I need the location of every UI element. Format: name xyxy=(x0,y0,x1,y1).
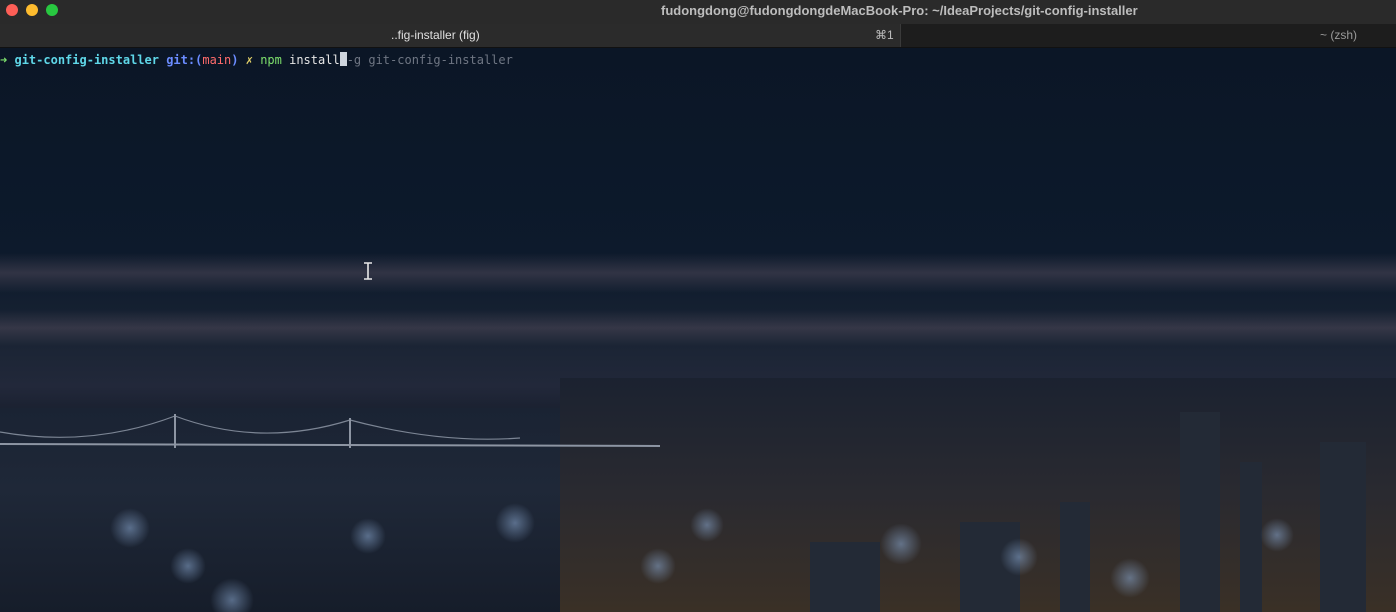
maximize-window-button[interactable] xyxy=(46,4,58,16)
command-line[interactable]: ➜ git-config-installer git:(main) ✗ npm … xyxy=(0,52,513,68)
sky-cloud-band xyxy=(0,253,1396,293)
city-skyline xyxy=(560,378,1396,612)
command-name: npm xyxy=(260,53,282,67)
autosuggestion: -g git-config-installer xyxy=(346,53,513,67)
git-label: git: xyxy=(166,53,196,67)
tab-label: ~ (zsh) xyxy=(1320,28,1358,42)
minimize-window-button[interactable] xyxy=(26,4,38,16)
branch-close-paren: ) xyxy=(231,53,239,67)
current-directory: git-config-installer xyxy=(14,53,159,67)
suspension-bridge xyxy=(0,414,660,448)
window-title: fudongdong@fudongdongdeMacBook-Pro: ~/Id… xyxy=(661,3,1138,18)
close-window-button[interactable] xyxy=(6,4,18,16)
tab-bar: ..fig-installer (fig) ⌘1 ~ (zsh) xyxy=(0,24,1396,48)
dirty-marker-icon: ✗ xyxy=(245,53,253,67)
ibeam-cursor-icon xyxy=(364,262,372,280)
text-cursor xyxy=(339,52,347,66)
tab-shortcut-label: ⌘1 xyxy=(875,28,894,42)
command-args: install xyxy=(289,53,340,67)
prompt-arrow-icon: ➜ xyxy=(0,53,8,67)
sky-cloud-band xyxy=(0,310,1396,346)
terminal-pane[interactable]: ➜ git-config-installer git:(main) ✗ npm … xyxy=(0,48,1396,612)
git-branch: main xyxy=(202,53,232,67)
tab-label: ..fig-installer (fig) xyxy=(391,28,480,42)
tab-zsh[interactable]: ~ (zsh) xyxy=(901,24,1396,47)
tab-fig-installer[interactable]: ..fig-installer (fig) ⌘1 xyxy=(0,24,901,47)
title-bar: fudongdong@fudongdongdeMacBook-Pro: ~/Id… xyxy=(0,0,1396,24)
window-controls xyxy=(6,4,58,16)
